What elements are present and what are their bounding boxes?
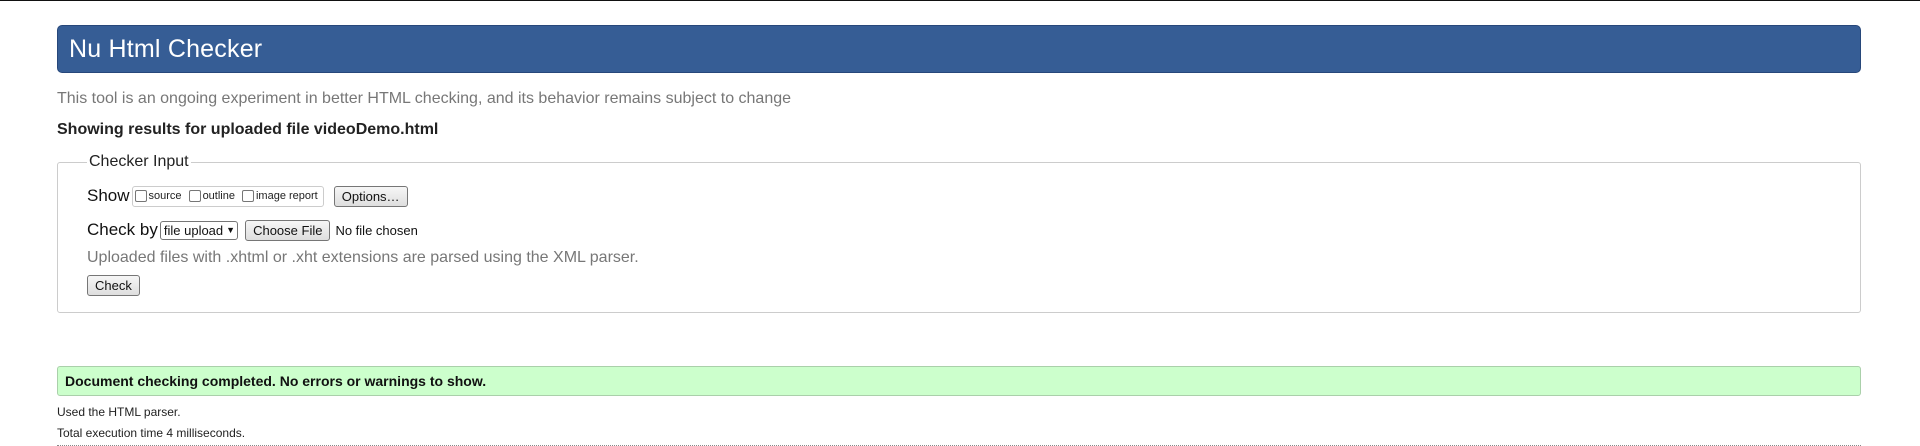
check-button[interactable]: Check [87, 275, 140, 296]
checker-input-legend: Checker Input [89, 153, 189, 170]
show-image-report-option[interactable]: image report [241, 190, 318, 202]
checker-input-fieldset: Checker Input Show source outline image … [57, 153, 1861, 313]
chevron-down-icon: ▼ [226, 225, 236, 235]
options-button[interactable]: Options… [333, 185, 408, 207]
xml-parser-note: Uploaded files with .xhtml or .xht exten… [87, 249, 639, 266]
execution-time: Total execution time 4 milliseconds. [57, 426, 246, 440]
image-report-checkbox-label[interactable]: image report [256, 190, 318, 202]
result-details: Used the HTML parser. Total execution ti… [57, 402, 245, 444]
show-row: Show source outline image report Options… [87, 183, 1831, 209]
parser-info: Used the HTML parser. [57, 405, 181, 419]
page-title: Nu Html Checker [69, 34, 263, 63]
check-by-select[interactable]: file upload ▼ [159, 220, 239, 240]
choose-file-button[interactable]: Choose File [245, 219, 331, 241]
success-message: Document checking completed. No errors o… [57, 366, 1861, 396]
check-by-label: Check by [87, 220, 158, 239]
check-by-row: Check by file upload ▼ Choose File No fi… [87, 217, 1831, 243]
page-content: Nu Html Checker This tool is an ongoing … [57, 25, 1861, 313]
image-report-checkbox[interactable] [241, 190, 254, 202]
results-heading: Showing results for uploaded file videoD… [57, 121, 439, 138]
tagline: This tool is an ongoing experiment in be… [57, 90, 792, 107]
file-status: No file chosen [335, 222, 418, 238]
source-checkbox[interactable] [134, 190, 147, 202]
show-label: Show [87, 186, 130, 205]
outline-checkbox[interactable] [188, 190, 201, 202]
show-options-group: source outline image report [131, 185, 324, 207]
check-row: Check [87, 275, 1831, 296]
show-source-option[interactable]: source [134, 190, 182, 202]
show-outline-option[interactable]: outline [188, 190, 235, 202]
check-by-selected-value: file upload [163, 222, 224, 238]
source-checkbox-label[interactable]: source [149, 190, 182, 202]
outline-checkbox-label[interactable]: outline [203, 190, 235, 202]
header-bar: Nu Html Checker [57, 25, 1861, 73]
